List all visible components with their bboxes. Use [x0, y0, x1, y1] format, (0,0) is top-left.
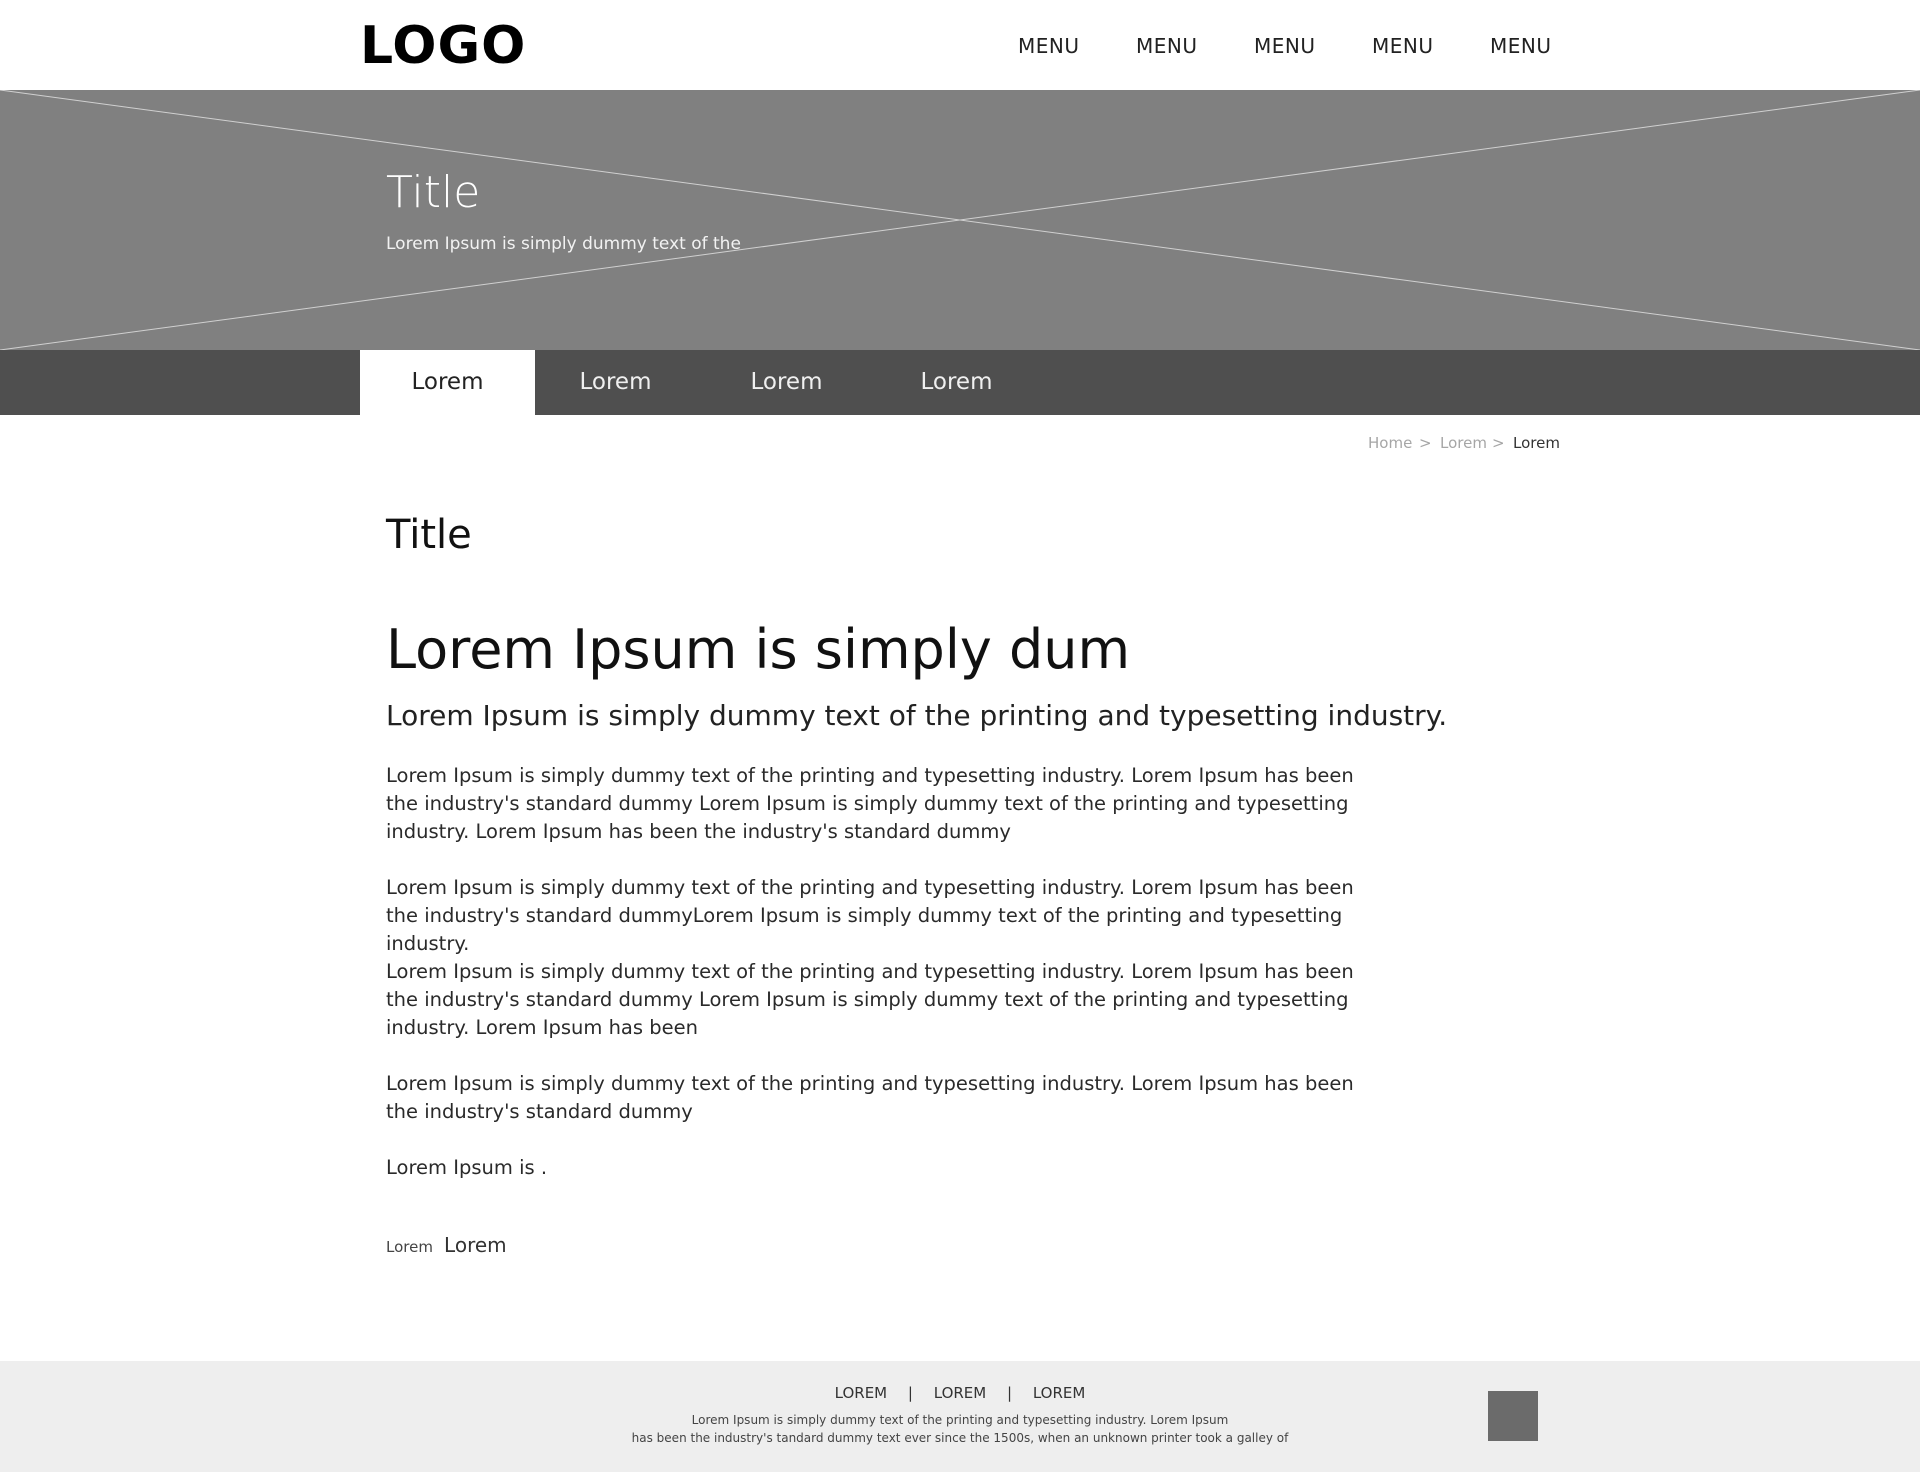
body-paragraph: Lorem Ipsum is simply dummy text of the …	[386, 764, 1354, 843]
meta-label-small: Lorem	[386, 1238, 433, 1256]
footer-link[interactable]: LOREM	[934, 1384, 986, 1402]
footer-links: LOREM | LOREM | LOREM	[0, 1383, 1920, 1402]
breadcrumb-separator: >	[1492, 434, 1505, 452]
body-paragraph: Lorem Ipsum is simply dummy text of the …	[386, 1072, 1354, 1123]
hero-subtitle: Lorem Ipsum is simply dummy text of the	[386, 234, 741, 254]
footer-link[interactable]: LOREM	[1033, 1384, 1085, 1402]
tab-1[interactable]: Lorem	[360, 350, 535, 415]
footer-copy-line-1: Lorem Ipsum is simply dummy text of the …	[691, 1413, 1229, 1427]
tab-4[interactable]: Lorem	[869, 350, 1044, 415]
footer-separator: |	[907, 1383, 913, 1402]
nav-menu-item[interactable]: MENU	[1490, 34, 1552, 58]
tab-2[interactable]: Lorem	[528, 350, 703, 415]
footer-icon-box[interactable]	[1488, 1391, 1538, 1441]
content-headline: Lorem Ipsum is simply dum	[386, 618, 1131, 681]
breadcrumb-item[interactable]: Lorem	[1440, 434, 1487, 452]
nav-menu-item[interactable]: MENU	[1136, 34, 1198, 58]
site-footer: LOREM | LOREM | LOREM Lorem Ipsum is sim…	[0, 1361, 1920, 1472]
content-subheadline: Lorem Ipsum is simply dummy text of the …	[386, 699, 1448, 732]
meta-label-large: Lorem	[444, 1233, 507, 1257]
image-placeholder-cross	[0, 90, 1920, 350]
breadcrumb-current: Lorem	[1513, 434, 1560, 452]
footer-link[interactable]: LOREM	[835, 1384, 887, 1402]
nav-menu-item[interactable]: MENU	[1018, 34, 1080, 58]
content-meta: Lorem Lorem	[386, 1233, 507, 1259]
sub-nav-tabs: Lorem Lorem Lorem Lorem	[0, 350, 1920, 415]
site-header: LOGO MENU MENU MENU MENU MENU	[0, 0, 1920, 90]
hero-title: Title	[386, 167, 481, 218]
nav-menu-item[interactable]: MENU	[1372, 34, 1434, 58]
body-paragraph: Lorem Ipsum is simply dummy text of the …	[386, 960, 1354, 1039]
body-paragraph: Lorem Ipsum is .	[386, 1156, 548, 1179]
footer-separator: |	[1007, 1383, 1013, 1402]
page-title: Title	[386, 512, 472, 558]
breadcrumb-separator: >	[1419, 434, 1432, 452]
footer-copy-line-2: has been the industry's tandard dummy te…	[631, 1431, 1289, 1445]
tab-3[interactable]: Lorem	[699, 350, 874, 415]
logo[interactable]: LOGO	[360, 16, 526, 76]
hero-banner: Title Lorem Ipsum is simply dummy text o…	[0, 90, 1920, 350]
nav-menu-item[interactable]: MENU	[1254, 34, 1316, 58]
body-paragraph: Lorem Ipsum is simply dummy text of the …	[386, 876, 1354, 955]
main-nav: MENU MENU MENU MENU MENU	[1000, 34, 1560, 62]
breadcrumb-home[interactable]: Home	[1368, 434, 1412, 452]
